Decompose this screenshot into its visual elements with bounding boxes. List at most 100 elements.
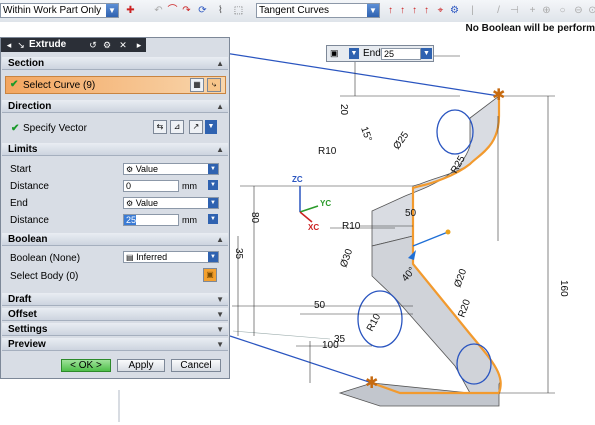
end-distance-value: 25 [124,215,137,225]
direction-vector[interactable] [412,231,449,247]
undo-icon[interactable]: ↶ [152,4,165,17]
vertical-line-icon[interactable]: | [466,4,479,17]
select-box-icon[interactable]: ⬚ [232,4,245,17]
chevron-down-icon: ▼ [216,325,224,334]
curve-icon[interactable]: ⌒ [166,4,179,17]
selection-filter-dropdown[interactable]: Within Work Part Only ▼ [0,3,119,18]
end-marker[interactable]: ✱ [365,375,378,392]
direction-header-label: Direction [8,101,52,112]
status-message: No Boolean will be perform [465,23,595,34]
hole-circle [436,109,474,155]
settings-header[interactable]: Settings ▼ [2,323,228,336]
close-icon[interactable]: ✕ [117,39,129,51]
sketch-section-icon[interactable]: ▦ [190,78,204,92]
section-header[interactable]: Section ▲ [2,57,228,70]
ok-button[interactable]: < OK > [61,359,111,372]
chevron-left-icon[interactable]: ◂ [3,39,15,51]
dimension-label: 15° [358,125,374,143]
chevron-down-icon[interactable]: ▼ [349,48,359,59]
chevron-down-icon: ▼ [367,4,379,17]
dimension-label: R10 [342,221,361,232]
boolean-dropdown[interactable]: ▤ Inferred ▼ [123,251,219,263]
reset-icon[interactable]: ↺ [87,39,99,51]
quadrant-icon[interactable]: ⊖ [572,4,585,17]
chain-icon[interactable]: ⌇ [214,4,227,17]
start-marker[interactable]: ✱ [492,87,505,104]
select-body-icon[interactable]: ▣ [203,268,217,282]
boolean-header-label: Boolean [8,234,48,245]
status-line: No Boolean will be perform [0,22,595,37]
settings-icon[interactable]: ⚙ [448,4,461,17]
end-distance-label: Distance [10,215,49,226]
chevron-down-icon[interactable]: ▼ [205,120,217,134]
dimension-label: 160 [558,280,569,297]
select-curve-row[interactable]: ✔ Select Curve (9) ▦ ⤷ [5,76,226,94]
cancel-button[interactable]: Cancel [171,359,221,372]
chevron-up-icon: ▲ [216,59,224,68]
end-handle-input[interactable]: 25 [381,48,421,60]
boolean-header[interactable]: Boolean ▲ [2,233,228,246]
chevron-down-icon: ▼ [208,164,218,174]
vector-type-icon[interactable]: ↗ [189,120,203,134]
chevron-down-icon: ▼ [216,295,224,304]
chevron-down-icon[interactable]: ▼ [208,180,218,190]
xc-axis-label: XC [308,223,319,232]
pin-icon[interactable]: ↘ [15,39,27,51]
chevron-down-icon[interactable]: ▼ [208,214,218,224]
limits-header[interactable]: Limits ▲ [2,143,228,156]
dimension-label: 35 [233,248,244,260]
dimension-label: Ø30 [338,247,355,269]
selection-filter-value: Within Work Part Only [3,5,102,16]
draft-header-label: Draft [8,294,32,305]
curve-select-icon[interactable]: ⤷ [207,78,221,92]
end-type-value: Value [135,198,159,208]
end-label: End [10,198,28,209]
dimension-label: R10 [318,146,337,157]
line-icon[interactable]: / [492,4,505,17]
dimension-label: 100 [322,340,339,351]
end-distance-handle[interactable]: ▣ ▼ End 25 ▼ [326,45,434,62]
chevron-down-icon[interactable]: ▼ [421,48,432,59]
settings-header-label: Settings [8,324,48,335]
arc-center-icon[interactable]: ○ [556,4,569,17]
chevron-down-icon: ▼ [106,4,118,17]
start-distance-input[interactable]: 0 [123,180,179,192]
start-distance-label: Distance [10,181,49,192]
dialog-titlebar: ◂ ↘ Extrude ↺ ⚙ ✕ ▸ [1,38,146,52]
value-type-icon: ⚙ [126,165,134,174]
chevron-down-icon: ▼ [208,252,218,262]
draft-header[interactable]: Draft ▼ [2,293,228,306]
settings-icon[interactable]: ⚙ [101,39,113,51]
end-type-dropdown[interactable]: ⚙ Value ▼ [123,197,219,209]
start-type-value: Value [135,164,159,174]
dimension-label: R10 [365,312,384,334]
chevron-up-icon: ▲ [216,145,224,154]
chevron-down-icon: ▼ [216,340,224,349]
curve-rule-dropdown[interactable]: Tangent Curves ▼ [256,3,380,18]
point-on-curve-icon[interactable]: ⊙ [586,4,595,17]
direction-header[interactable]: Direction ▲ [2,100,228,113]
arc-icon[interactable]: ↷ [180,4,193,17]
path-icon[interactable]: ↑ [420,4,433,17]
endpoint-icon[interactable]: + [526,4,539,17]
check-icon: ✔ [11,123,20,134]
midpoint-icon[interactable]: ⊕ [540,4,553,17]
preview-header[interactable]: Preview ▼ [2,338,228,351]
offset-header[interactable]: Offset ▼ [2,308,228,321]
rotate-icon[interactable]: ⟳ [196,4,209,17]
snap-point-icon[interactable]: ✚ [124,4,137,17]
apply-button[interactable]: Apply [117,359,165,372]
section-header-label: Section [8,58,45,69]
snap-icon[interactable]: ⌖ [434,4,447,17]
vector-dialog-icon[interactable]: ⊿ [170,120,184,134]
chevron-down-icon: ▼ [216,310,224,319]
chevron-right-icon[interactable]: ▸ [133,39,145,51]
curve-tangent-icon[interactable]: ⊣ [508,4,521,17]
chevron-up-icon: ▲ [216,235,224,244]
curve-rule-value: Tangent Curves [259,5,330,16]
dimension-label: Ø25 [391,130,411,152]
start-type-dropdown[interactable]: ⚙ Value ▼ [123,163,219,175]
reverse-direction-icon[interactable]: ⇆ [153,120,167,134]
start-label: Start [10,164,32,175]
end-distance-input[interactable]: 25 [123,214,179,226]
